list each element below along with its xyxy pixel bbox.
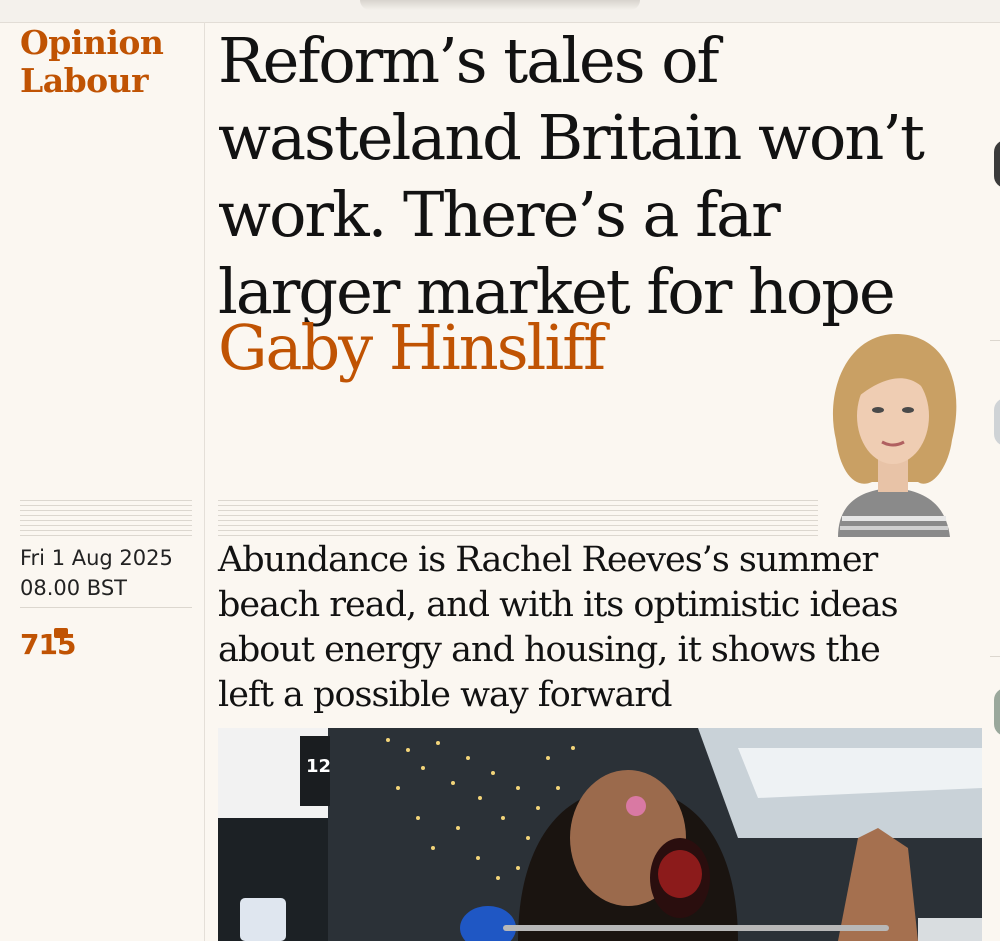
dateline-divider [20,607,192,608]
related-thumbnail[interactable] [994,398,1000,446]
publish-date: Fri 1 Aug 2025 [20,546,173,570]
svg-text:12: 12 [306,756,331,777]
status-shade [360,0,640,10]
section-labour-link[interactable]: Labour [20,62,163,100]
section-opinion-link[interactable]: Opinion [20,24,164,62]
meta-rule-lines [20,500,192,536]
publish-dateline: Fri 1 Aug 2025 08.00 BST [20,543,173,603]
author-byline[interactable]: Gaby Hinsliff [218,312,606,384]
main-article-image: 12 [218,728,982,941]
right-column-edge [990,22,1000,941]
right-column-divider [990,656,1000,657]
headline-rule-lines [218,500,818,536]
related-thumbnail[interactable] [994,140,1000,188]
article-standfirst: Abundance is Rachel Reeves’s summer beac… [218,540,899,715]
browser-top-bar [0,0,1000,23]
article-headline: Reform’s tales of wasteland Britain won’… [218,24,925,328]
home-indicator[interactable] [503,925,889,931]
right-column-divider [990,340,1000,341]
publish-time: 08.00 BST [20,576,127,600]
column-divider [204,22,205,941]
comments-link[interactable]: 715 [20,628,76,661]
section-label: Opinion Labour [20,24,164,100]
comment-bubble-icon [54,628,68,638]
related-thumbnail[interactable] [994,688,1000,736]
author-portrait [832,334,957,537]
